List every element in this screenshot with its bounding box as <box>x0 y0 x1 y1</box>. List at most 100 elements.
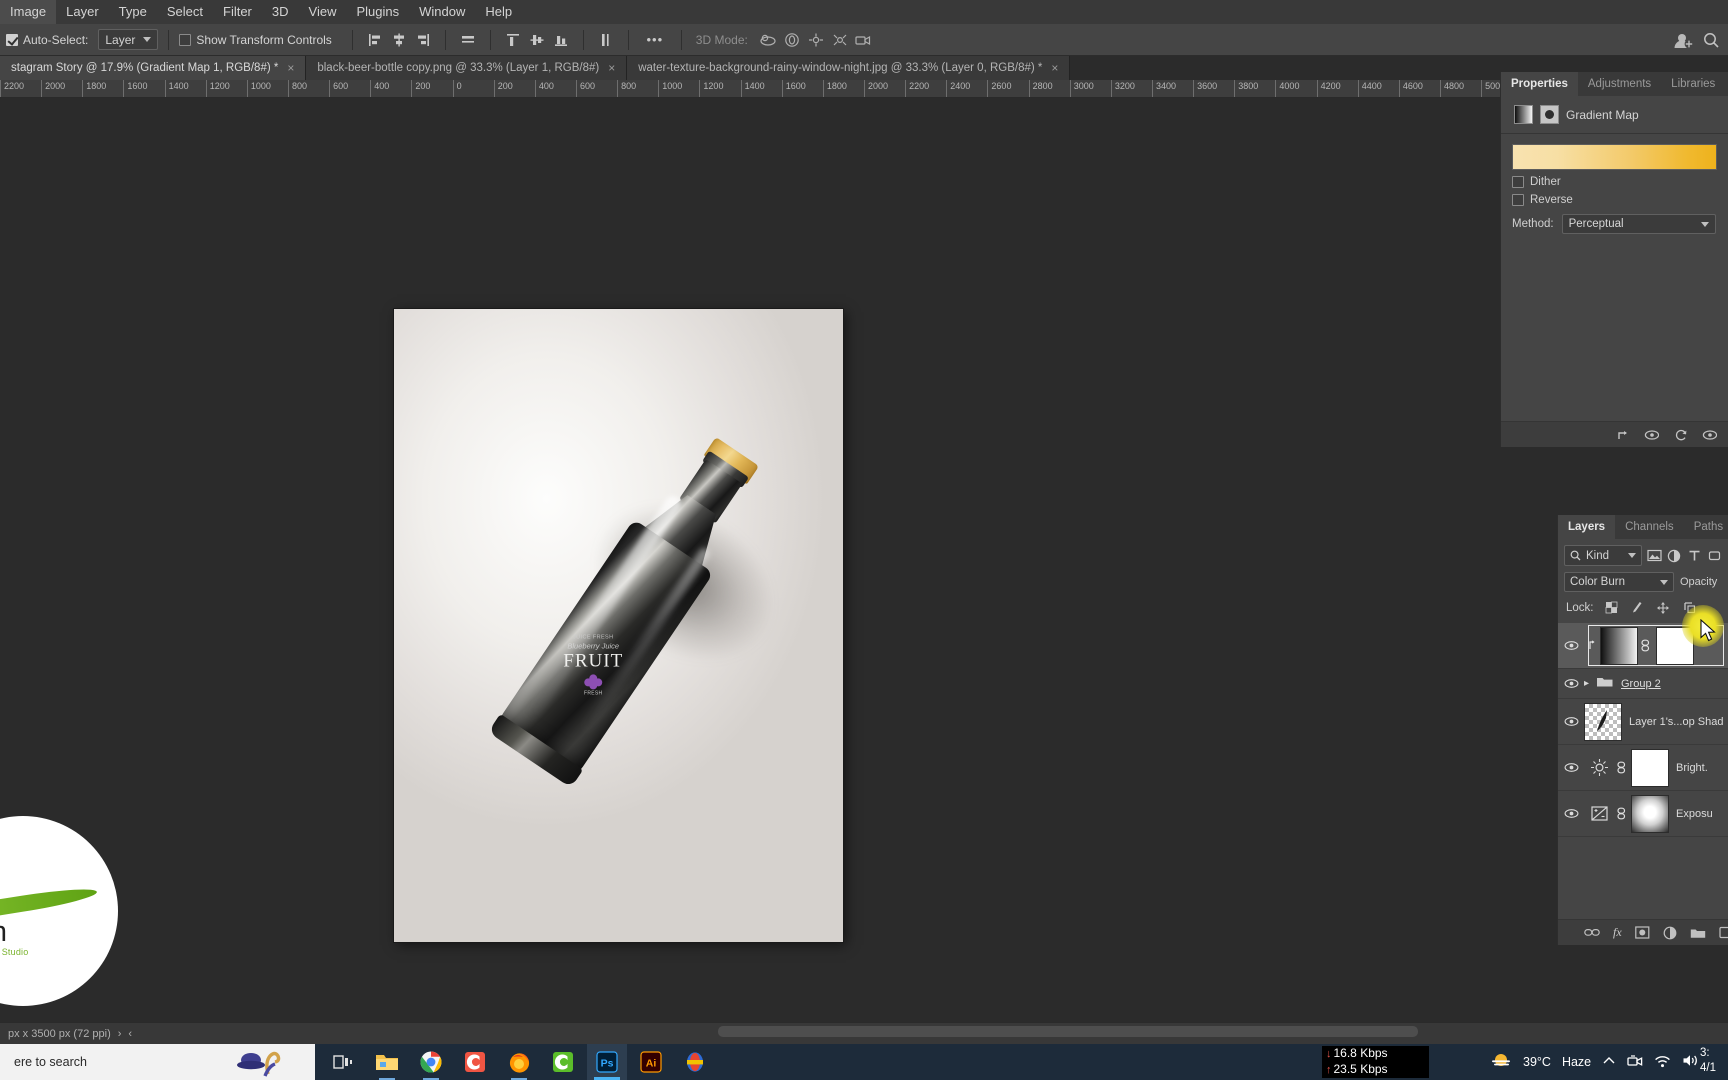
exposure-icon[interactable] <box>1584 804 1614 823</box>
close-icon[interactable]: × <box>608 61 615 75</box>
more-options-icon[interactable]: ••• <box>640 29 670 51</box>
layer-visibility-icon[interactable] <box>1558 678 1584 689</box>
tab-layers[interactable]: Layers <box>1558 515 1616 539</box>
tab-paths[interactable]: Paths <box>1684 515 1728 539</box>
table-row[interactable]: Layer 1's...op Shad <box>1558 699 1728 745</box>
horizontal-scrollbar[interactable] <box>718 1026 1418 1037</box>
tab-libraries[interactable]: Libraries <box>1661 72 1725 96</box>
distribute-vertically-icon[interactable] <box>595 29 617 51</box>
align-right-edges-icon[interactable] <box>412 29 434 51</box>
firefox-icon[interactable] <box>499 1044 539 1080</box>
method-dropdown[interactable]: Perceptual <box>1561 214 1716 234</box>
adjustment-layer-filter-icon[interactable] <box>1667 547 1682 564</box>
align-top-edges-icon[interactable] <box>502 29 524 51</box>
task-view-icon[interactable] <box>323 1044 363 1080</box>
roll-3d-icon[interactable] <box>781 29 803 51</box>
illustrator-icon[interactable]: Ai <box>631 1044 671 1080</box>
layer-mask-thumbnail[interactable] <box>1631 794 1669 833</box>
layer-scope-dropdown[interactable]: Layer <box>98 29 159 50</box>
volume-icon[interactable] <box>1682 1053 1700 1071</box>
lock-position-icon[interactable] <box>1655 599 1672 616</box>
layer-thumbnail[interactable] <box>1584 702 1622 741</box>
reverse-control[interactable]: Reverse <box>1501 188 1728 206</box>
link-icon[interactable] <box>1614 807 1628 820</box>
tab-properties[interactable]: Properties <box>1501 72 1578 96</box>
align-left-edges-icon[interactable] <box>364 29 386 51</box>
layer-mask-thumbnail[interactable] <box>1631 748 1669 787</box>
layer-visibility-icon[interactable] <box>1558 640 1584 651</box>
chevron-right-icon[interactable]: ▸ <box>1584 678 1596 689</box>
layer-mask-thumbnail-icon[interactable] <box>1540 105 1559 124</box>
reset-icon[interactable] <box>1673 427 1688 442</box>
tab-channels[interactable]: Channels <box>1615 515 1684 539</box>
slide-3d-icon[interactable] <box>829 29 851 51</box>
new-layer-icon[interactable] <box>1719 925 1728 941</box>
toggle-visibility-icon[interactable] <box>1702 427 1717 442</box>
add-layer-style-icon[interactable]: fx <box>1613 925 1622 941</box>
chrome-icon[interactable] <box>411 1044 451 1080</box>
new-group-icon[interactable] <box>1690 925 1706 941</box>
layer-visibility-icon[interactable] <box>1558 716 1584 727</box>
menu-item-3d[interactable]: 3D <box>262 0 299 24</box>
layer-name[interactable]: Layer 1's...op Shad <box>1622 716 1723 728</box>
file-explorer-icon[interactable] <box>367 1044 407 1080</box>
auto-select-checkbox[interactable] <box>6 33 18 46</box>
layer-name[interactable]: Bright. <box>1669 762 1708 774</box>
shape-layer-filter-icon[interactable] <box>1707 547 1722 564</box>
dither-checkbox[interactable] <box>1512 176 1524 188</box>
menu-item-select[interactable]: Select <box>157 0 213 24</box>
table-row[interactable]: ▸ Group 2 <box>1558 669 1728 699</box>
auto-select-control[interactable]: Auto-Select: <box>6 33 88 47</box>
link-icon[interactable] <box>1614 761 1628 774</box>
tab-adjustments[interactable]: Adjustments <box>1578 72 1661 96</box>
camera-3d-icon[interactable] <box>853 29 875 51</box>
status-expand-arrow[interactable]: › <box>118 1028 122 1040</box>
layer-kind-filter-dropdown[interactable]: Kind <box>1564 545 1642 566</box>
show-hidden-icons-icon[interactable] <box>1602 1055 1616 1070</box>
pan-3d-icon[interactable] <box>805 29 827 51</box>
pixel-layer-filter-icon[interactable] <box>1647 547 1662 564</box>
type-layer-filter-icon[interactable] <box>1687 547 1702 564</box>
document-tab-black-beer-bottle[interactable]: black-beer-bottle copy.png @ 33.3% (Laye… <box>306 56 628 80</box>
table-row[interactable]: Bright. <box>1558 745 1728 791</box>
link-layers-icon[interactable] <box>1584 925 1600 941</box>
layer-name[interactable]: Group 2 <box>1614 678 1661 690</box>
menu-item-filter[interactable]: Filter <box>213 0 262 24</box>
new-adjustment-layer-icon[interactable] <box>1663 925 1677 941</box>
align-horizontal-centers-icon[interactable] <box>388 29 410 51</box>
show-transform-checkbox[interactable] <box>179 33 192 46</box>
layer-thumbnail[interactable] <box>1600 626 1638 665</box>
layer-visibility-icon[interactable] <box>1558 762 1584 773</box>
camtasia-icon[interactable] <box>455 1044 495 1080</box>
orbit-3d-icon[interactable] <box>757 29 779 51</box>
gradient-preview-bar[interactable] <box>1512 144 1717 170</box>
menu-item-type[interactable]: Type <box>109 0 157 24</box>
lock-image-pixels-icon[interactable] <box>1629 599 1646 616</box>
view-previous-state-icon[interactable] <box>1644 427 1659 442</box>
menu-item-image[interactable]: Image <box>0 0 57 24</box>
align-bottom-edges-icon[interactable] <box>550 29 572 51</box>
show-transform-control[interactable]: Show Transform Controls <box>179 33 332 47</box>
menu-item-plugins[interactable]: Plugins <box>346 0 409 24</box>
clip-to-layer-icon[interactable] <box>1615 427 1630 442</box>
horizontal-ruler[interactable]: 2200 2000 1800 1600 1400 1200 1000 800 600 400 200… <box>0 80 1728 98</box>
table-row[interactable]: Exposu <box>1558 791 1728 837</box>
share-icon[interactable] <box>1671 29 1693 51</box>
taskbar-clock[interactable]: 3: 4/1 <box>1700 1046 1716 1076</box>
brightness-contrast-icon[interactable] <box>1584 758 1614 777</box>
wifi-icon[interactable] <box>1654 1054 1671 1071</box>
document-tab-instagram-story[interactable]: stagram Story @ 17.9% (Gradient Map 1, R… <box>0 56 307 80</box>
close-icon[interactable]: × <box>1051 61 1058 75</box>
lock-transparent-pixels-icon[interactable] <box>1603 599 1620 616</box>
layer-name[interactable]: Exposu <box>1669 808 1713 820</box>
menu-item-layer[interactable]: Layer <box>56 0 109 24</box>
status-collapse-arrow[interactable]: ‹ <box>128 1028 132 1040</box>
close-icon[interactable]: × <box>287 61 294 75</box>
menu-item-window[interactable]: Window <box>409 0 475 24</box>
search-icon[interactable] <box>1700 29 1722 51</box>
document-canvas[interactable]: JUICE FRESH Blueberry Juice FRUIT FRESH <box>394 309 843 942</box>
canvas-area[interactable]: JUICE FRESH Blueberry Juice FRUIT FRESH … <box>0 98 1728 1022</box>
align-vertical-centers-icon[interactable] <box>526 29 548 51</box>
link-icon[interactable] <box>1638 639 1652 652</box>
photoshop-icon[interactable]: Ps <box>587 1044 627 1080</box>
